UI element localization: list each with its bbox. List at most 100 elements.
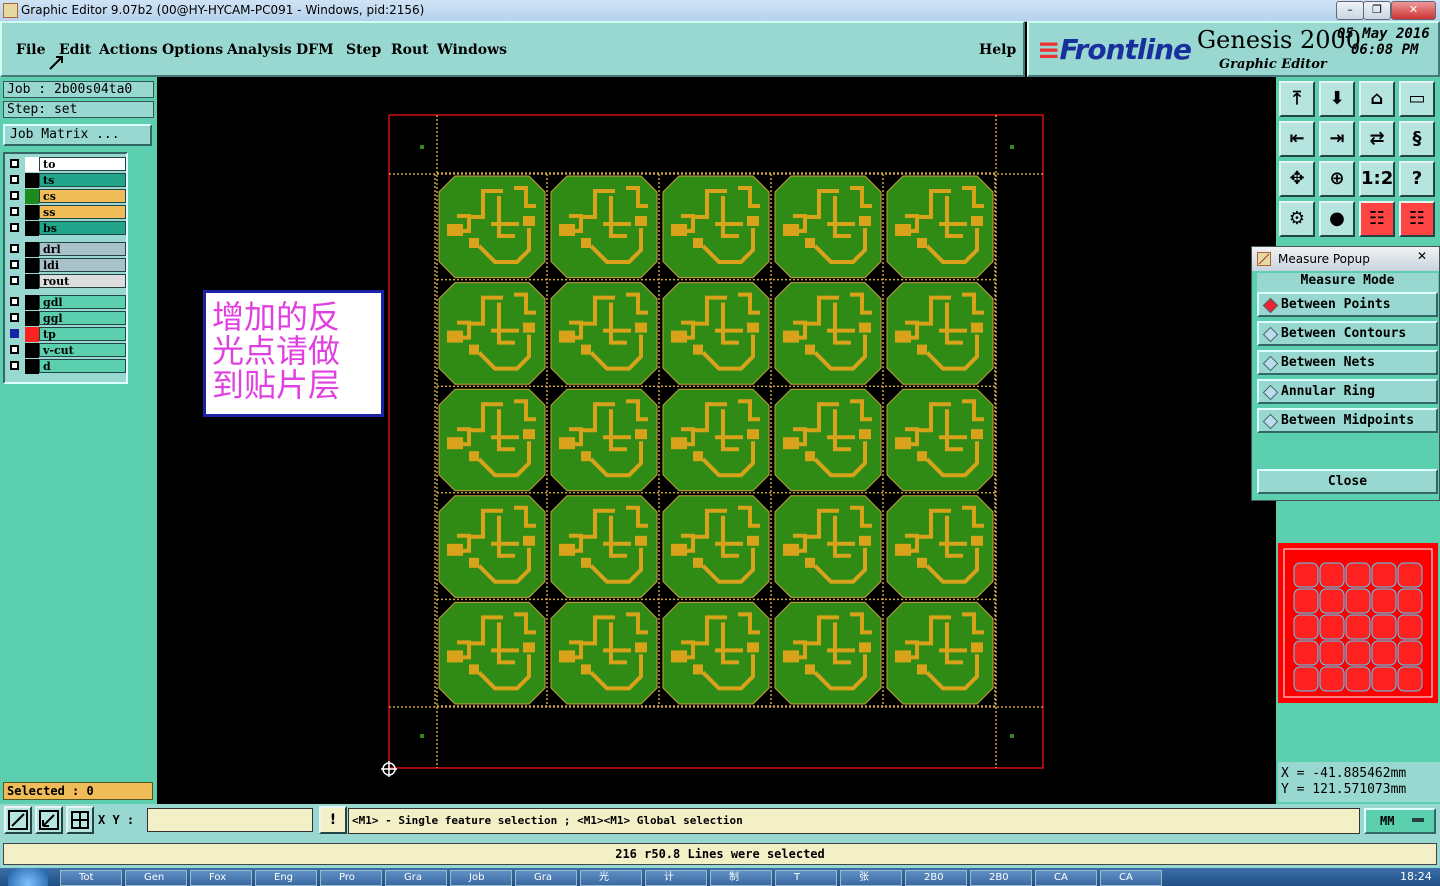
- layer-checkbox[interactable]: [10, 191, 19, 200]
- layer-name[interactable]: drl: [39, 242, 126, 256]
- layer-checkbox[interactable]: [10, 276, 19, 285]
- home-icon[interactable]: ⌂: [1359, 81, 1395, 117]
- layer-row-bs[interactable]: bs: [8, 221, 126, 236]
- start-button[interactable]: [8, 868, 48, 886]
- menu-actions[interactable]: Actions: [99, 42, 158, 58]
- layer-row-rout[interactable]: rout: [8, 274, 126, 289]
- menu-options[interactable]: Options: [162, 42, 223, 58]
- measure-option[interactable]: Between Nets: [1257, 350, 1438, 375]
- layer-row-tp[interactable]: tp: [8, 327, 126, 342]
- xy-input[interactable]: [147, 808, 313, 832]
- measure-option[interactable]: Between Points: [1257, 292, 1438, 317]
- zoom-fit-icon[interactable]: [4, 806, 32, 834]
- menu-file[interactable]: File: [16, 42, 45, 58]
- layer-row-to[interactable]: to: [8, 157, 126, 172]
- taskbar-item[interactable]: T: [775, 870, 837, 886]
- taskbar-item[interactable]: Tot: [60, 870, 122, 886]
- layer-row-ts[interactable]: ts: [8, 173, 126, 188]
- taskbar-item[interactable]: 2B0: [905, 870, 967, 886]
- mirror-icon[interactable]: ⇄: [1359, 121, 1395, 157]
- layer-row-drl[interactable]: drl: [8, 242, 126, 257]
- layer-name[interactable]: ss: [39, 205, 126, 219]
- layer-name[interactable]: ldi: [39, 258, 126, 272]
- scale-1-2-icon[interactable]: 1:2: [1359, 161, 1395, 197]
- taskbar-item[interactable]: Eng: [255, 870, 317, 886]
- layer-name[interactable]: cs: [39, 189, 126, 203]
- step-up-icon[interactable]: ⤒: [1279, 81, 1315, 117]
- pad-icon[interactable]: ●: [1319, 201, 1355, 237]
- layer-checkbox[interactable]: [10, 313, 19, 322]
- panel-preview-thumbnail[interactable]: [1278, 543, 1438, 703]
- minimize-icon[interactable]: –: [1336, 1, 1364, 20]
- grid-icon[interactable]: [66, 806, 94, 834]
- layer-name[interactable]: ts: [39, 173, 126, 187]
- pan-right-icon[interactable]: ⇥: [1319, 121, 1355, 157]
- layer-name[interactable]: gdl: [39, 295, 126, 309]
- taskbar-item[interactable]: 张: [840, 870, 902, 886]
- units-select[interactable]: MM: [1364, 808, 1436, 834]
- taskbar-item[interactable]: Pro: [320, 870, 382, 886]
- snake-icon[interactable]: §: [1399, 121, 1435, 157]
- layer-checkbox[interactable]: [10, 345, 19, 354]
- layer-checkbox[interactable]: [10, 175, 19, 184]
- layer-checkbox[interactable]: [10, 159, 19, 168]
- layer-checkbox[interactable]: [10, 361, 19, 370]
- close-icon[interactable]: ✕: [1391, 1, 1436, 20]
- menu-step[interactable]: Step: [346, 42, 381, 58]
- taskbar-item[interactable]: 计: [645, 870, 707, 886]
- layer-name[interactable]: to: [39, 157, 126, 171]
- help-icon[interactable]: ?: [1399, 161, 1435, 197]
- layer-name[interactable]: v-cut: [39, 343, 126, 357]
- popup-close-icon[interactable]: ✕: [1412, 249, 1432, 263]
- layer-row-gdl[interactable]: gdl: [8, 295, 126, 310]
- menu-rout[interactable]: Rout: [391, 42, 429, 58]
- alert-button[interactable]: !: [319, 806, 347, 834]
- maximize-icon[interactable]: ❐: [1363, 1, 1391, 20]
- taskbar-item[interactable]: CA: [1100, 870, 1162, 886]
- graphic-canvas[interactable]: [157, 77, 1276, 804]
- layer-row-ss[interactable]: ss: [8, 205, 126, 220]
- pan-left-icon[interactable]: ⇤: [1279, 121, 1315, 157]
- layer-name[interactable]: rout: [39, 274, 126, 288]
- layer-name[interactable]: bs: [39, 221, 126, 235]
- taskbar-item[interactable]: CA: [1035, 870, 1097, 886]
- layer-row-cs[interactable]: cs: [8, 189, 126, 204]
- snap-icon[interactable]: [35, 806, 63, 834]
- taskbar-item[interactable]: Job: [450, 870, 512, 886]
- window-icon[interactable]: ▭: [1399, 81, 1435, 117]
- taskbar-item[interactable]: 2B0: [970, 870, 1032, 886]
- measure-option[interactable]: Between Midpoints: [1257, 408, 1438, 433]
- layer-row-ggl[interactable]: ggl: [8, 311, 126, 326]
- layer-checkbox[interactable]: [10, 244, 19, 253]
- expand-icon[interactable]: ✥: [1279, 161, 1315, 197]
- layer-name[interactable]: ggl: [39, 311, 126, 325]
- menu-windows[interactable]: Windows: [437, 42, 507, 58]
- netlist-icon[interactable]: ☷: [1359, 201, 1395, 237]
- layer-name[interactable]: d: [39, 359, 126, 373]
- layer-row-v-cut[interactable]: v-cut: [8, 343, 126, 358]
- measure-close-button[interactable]: Close: [1257, 469, 1438, 494]
- taskbar-item[interactable]: Gra: [515, 870, 577, 886]
- menu-dfm[interactable]: DFM: [296, 42, 334, 58]
- menu-analysis[interactable]: Analysis: [227, 42, 292, 58]
- ruler-icon[interactable]: ⚙: [1279, 201, 1315, 237]
- measure-option[interactable]: Between Contours: [1257, 321, 1438, 346]
- zoom-home-icon[interactable]: ⬇: [1319, 81, 1355, 117]
- layer-row-d[interactable]: d: [8, 359, 126, 374]
- taskbar-item[interactable]: Fox: [190, 870, 252, 886]
- netlist-compare-icon[interactable]: ☷: [1399, 201, 1435, 237]
- zoom-center-icon[interactable]: ⊕: [1319, 161, 1355, 197]
- measure-option[interactable]: Annular Ring: [1257, 379, 1438, 404]
- layer-checkbox[interactable]: [10, 260, 19, 269]
- layer-name[interactable]: tp: [39, 327, 126, 341]
- layer-checkbox[interactable]: [10, 207, 19, 216]
- layer-checkbox[interactable]: [10, 297, 19, 306]
- menu-help[interactable]: Help: [979, 42, 1016, 58]
- layer-checkbox[interactable]: [10, 223, 19, 232]
- taskbar-item[interactable]: 制: [710, 870, 772, 886]
- taskbar-item[interactable]: Gen: [125, 870, 187, 886]
- layer-checkbox[interactable]: [10, 329, 19, 338]
- pcb-panel-drawing[interactable]: [157, 77, 1276, 804]
- taskbar-item[interactable]: Gra: [385, 870, 447, 886]
- job-matrix-button[interactable]: Job Matrix ...: [3, 124, 152, 146]
